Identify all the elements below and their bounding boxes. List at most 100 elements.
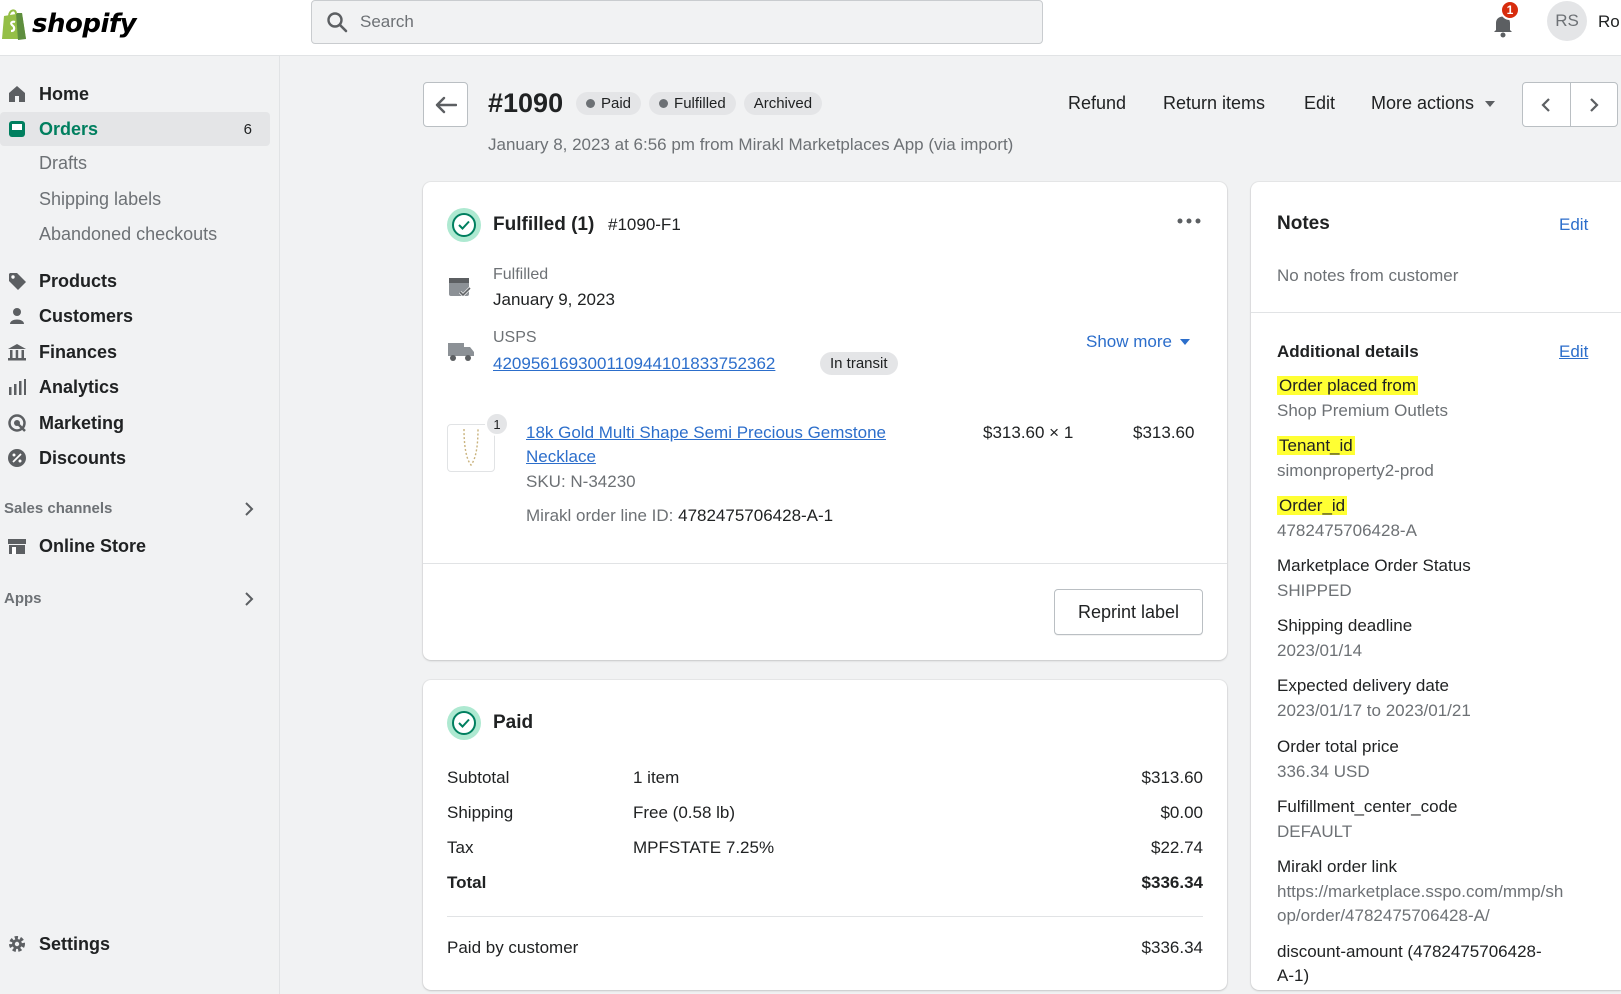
sidebar-item-label: Products [39,270,118,291]
chevron-right-icon [245,591,254,606]
user-name[interactable]: Ro [1598,12,1621,32]
tag-icon [6,270,28,292]
fulfillment-card: Fulfilled (1) #1090-F1 Fulfilled January… [423,182,1227,660]
discount-icon [6,447,28,469]
paid-by-label: Paid by customer [447,938,579,957]
sidebar-item-settings[interactable]: Settings [0,927,270,961]
bank-icon [6,341,28,363]
sidebar-item-abandoned-checkouts[interactable]: Abandoned checkouts [39,224,217,245]
sidebar-item-shipping-labels[interactable]: Shipping labels [39,189,161,210]
detail-value: DEFAULT [1277,822,1353,841]
sidebar-item-label: Online Store [39,535,147,556]
sidebar-item-drafts[interactable]: Drafts [39,153,87,174]
sidebar-item-analytics[interactable]: Analytics [0,370,270,404]
order-subtitle: January 8, 2023 at 6:56 pm from Mirakl M… [488,135,1014,154]
avatar[interactable]: RS [1547,1,1587,41]
sidebar-item-products[interactable]: Products [0,264,270,298]
sidebar-item-customers[interactable]: Customers [0,299,270,333]
detail-label: Order_id [1277,496,1348,515]
detail-value: https://marketplace.sspo.com/mmp/sh [1277,882,1564,901]
sidebar-section-apps[interactable]: Apps [4,590,254,607]
detail-value: 2023/01/14 [1277,641,1363,660]
top-bar: shopify 1 RS Ro [0,0,1621,56]
arrow-left-icon [435,96,457,113]
section-label: Apps [4,590,42,607]
carrier-name: USPS [493,329,537,346]
sidebar-item-discounts[interactable]: Discounts [0,441,270,475]
next-order-button[interactable] [1571,83,1618,126]
divider [1251,312,1621,313]
tracking-number-link[interactable]: 420956169300110944101833752362 [493,354,775,374]
detail-value: 2023/01/17 to 2023/01/21 [1277,701,1471,720]
chevron-right-icon [1589,97,1599,112]
sidebar-section-sales-channels[interactable]: Sales channels [4,500,254,517]
fulfillment-id: #1090-F1 [608,215,681,234]
search-icon [327,12,348,33]
detail-label: Mirakl order link [1277,857,1397,876]
detail-value-cont: op/order/4782475706428-A/ [1277,906,1490,925]
details-card: Notes Edit No notes from customer Additi… [1251,182,1621,990]
bar-chart-icon [6,376,28,398]
refund-button[interactable]: Refund [1068,93,1126,114]
sidebar-item-online-store[interactable]: Online Store [0,529,270,563]
payment-row-label: Tax [447,838,474,857]
detail-label-cont: A-1) [1277,966,1310,985]
status-badge-paid: Paid [576,92,642,115]
additional-details-edit-link[interactable]: Edit [1559,342,1588,362]
detail-label: Fulfillment_center_code [1277,797,1458,816]
reprint-label-button[interactable]: Reprint label [1054,589,1203,635]
payment-row-amount: $313.60 [1141,768,1203,787]
shopify-bag-icon [2,9,26,40]
back-button[interactable] [423,82,468,127]
caret-down-icon [1485,100,1496,107]
fulfillment-title: Fulfilled (1) [493,214,595,235]
more-actions-button[interactable]: More actions [1371,93,1496,114]
notes-edit-link[interactable]: Edit [1559,215,1588,235]
search-input[interactable] [360,12,960,32]
paid-check-icon [447,706,481,740]
payment-row-amount: $336.34 [1141,873,1203,892]
detail-value: 4782475706428-A [1277,521,1417,540]
sidebar-item-marketing[interactable]: Marketing [0,406,270,440]
previous-order-button[interactable] [1523,83,1571,126]
gear-icon [6,933,28,955]
sidebar-item-label: Settings [39,933,111,954]
product-name-link[interactable]: 18k Gold Multi Shape Semi Precious Gemst… [526,423,886,443]
divider [423,563,1227,564]
payment-row-label: Total [447,873,487,892]
payment-row-desc: Free (0.58 lb) [633,803,736,822]
status-badge-fulfilled: Fulfilled [649,92,736,115]
shopify-logo[interactable]: shopify [0,2,137,46]
sidebar-item-orders[interactable]: Orders 6 [0,112,270,146]
edit-order-button[interactable]: Edit [1304,93,1335,114]
more-options-icon[interactable] [1177,218,1201,224]
unit-price: $313.60 × 1 [983,423,1074,442]
sidebar-item-label: Marketing [39,412,125,433]
notification-count-badge: 1 [1500,0,1520,20]
product-name-link-cont[interactable]: Necklace [526,447,596,467]
sidebar-item-label: Finances [39,341,118,362]
show-more-button[interactable]: Show more [1086,332,1190,352]
detail-label: discount-amount (4782475706428- [1277,942,1542,961]
line-id-label: Mirakl order line ID: [526,506,674,525]
target-icon [6,412,28,434]
search-bar[interactable] [311,0,1043,44]
sidebar-item-label: Orders [39,118,99,139]
truck-icon [448,343,474,361]
fulfillment-status-label: Fulfilled [493,266,549,283]
store-icon [6,535,28,557]
fulfillment-date: January 9, 2023 [493,290,615,309]
payment-row-amount: $0.00 [1160,803,1203,822]
detail-value: 336.34 USD [1277,762,1370,781]
caret-down-icon [1179,338,1190,345]
return-items-button[interactable]: Return items [1163,93,1265,114]
sidebar-item-label: Home [39,83,90,104]
orders-count: 6 [243,120,252,138]
sidebar-item-label: Customers [39,305,134,326]
detail-label: Order total price [1277,737,1399,756]
home-icon [6,83,28,105]
sidebar-item-home[interactable]: Home [0,77,270,111]
payment-card: Paid Subtotal 1 item $313.60 Shipping Fr… [423,680,1227,990]
item-quantity-badge: 1 [485,412,509,436]
sidebar-item-finances[interactable]: Finances [0,335,270,369]
